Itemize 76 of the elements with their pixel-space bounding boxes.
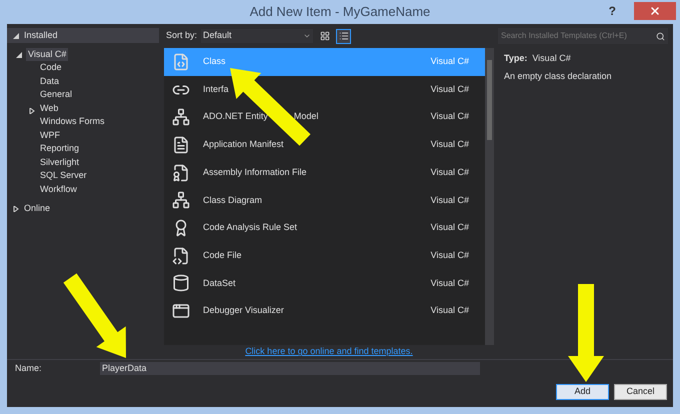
template-row[interactable]: Interfa Visual C# [164,76,485,104]
template-icon [172,108,190,126]
template-row[interactable]: Debugger Visualizer Visual C# [164,297,485,325]
tree-item[interactable]: WPF [38,128,62,142]
template-icon [172,246,190,265]
expanded-triangle-icon[interactable] [13,32,19,38]
template-name: ADO.NET Entity [203,110,268,124]
template-language: Visual C# [430,304,470,318]
tree-item[interactable]: Silverlight [38,156,82,169]
template-description: An empty class declaration [504,70,613,83]
sort-dropdown[interactable]: Default [201,29,314,43]
template-icon [172,191,190,210]
tree-item[interactable]: General [38,88,74,102]
name-field[interactable]: PlayerData [100,362,480,375]
template-name: Interfa [203,82,229,96]
cancel-button[interactable]: Cancel [614,384,667,400]
dropdown-caret-icon [303,32,312,40]
template-name: Model [294,110,318,124]
tree-item[interactable]: Online [24,202,50,216]
help-button[interactable]: ? [604,2,620,20]
collapsed-triangle-icon[interactable] [29,108,35,114]
template-row[interactable]: Code File Visual C# [164,242,485,270]
online-templates-link[interactable]: Click here to go online and find templates. [245,345,413,359]
template-icon [172,52,190,71]
scrollbar[interactable] [485,48,494,345]
template-language: Visual C# [430,55,470,68]
sort-label: Sort by: [165,29,198,42]
type-value: Visual C# [532,52,571,65]
tree-item[interactable]: Data [38,74,62,88]
tree-item[interactable]: SQL Server [38,169,89,182]
add-button[interactable]: Add [556,384,609,400]
type-label: Type: [504,52,528,65]
template-name: Assembly Information File [203,166,307,179]
template-icon [172,302,190,320]
template-language: Visual C# [430,110,470,124]
template-icon [172,274,190,292]
template-language: Visual C# [430,221,470,234]
template-name: Debugger Visualizer [203,304,284,318]
template-language: Visual C# [430,166,470,179]
grid-icon [320,31,330,41]
template-row[interactable]: DataSet Visual C# [164,270,485,298]
template-name: Code Analysis Rule Set [203,221,298,234]
template-language: Visual C# [430,138,470,152]
close-button[interactable] [634,2,676,20]
template-name: Class Diagram [203,194,262,207]
list-view-button[interactable] [336,28,352,44]
template-icon [172,136,190,154]
template-name: Application Manifest [203,138,284,152]
template-language: Visual C# [430,248,470,262]
template-language: Visual C# [430,82,470,96]
template-language: Visual C# [430,194,470,207]
template-row[interactable]: Class Diagram Visual C# [164,186,485,214]
template-row[interactable]: Assembly Information File Visual C# [164,158,485,186]
tree-item[interactable]: Workflow [38,182,79,196]
template-name: DataSet [203,276,236,290]
installed-label: Installed [24,28,58,42]
tree-item[interactable]: Code [38,61,64,74]
installed-header[interactable]: Installed [7,28,159,43]
close-icon [649,5,661,17]
tree-item[interactable]: Windows Forms [38,115,107,128]
search-field[interactable]: Search Installed Templates (Ctrl+E) [498,28,668,44]
name-label: Name: [14,362,43,375]
collapsed-triangle-icon[interactable] [13,206,19,212]
tree-item[interactable]: Reporting [38,142,82,156]
tree-item[interactable]: Visual C# [26,48,68,62]
template-icon [172,164,190,182]
template-name: Class [203,55,226,68]
expanded-triangle-icon[interactable] [16,52,22,58]
template-name: Code File [203,248,242,262]
template-row[interactable]: Application Manifest Visual C# [164,131,485,159]
window-title: Add New Item - MyGameName [250,3,430,22]
search-icon [656,32,665,40]
tree-item[interactable]: Web [38,102,60,115]
template-row[interactable]: ADO.NET Entity Model Visual C# [164,103,485,132]
template-row[interactable]: Code Analysis Rule Set Visual C# [164,214,485,242]
template-language: Visual C# [430,276,470,290]
